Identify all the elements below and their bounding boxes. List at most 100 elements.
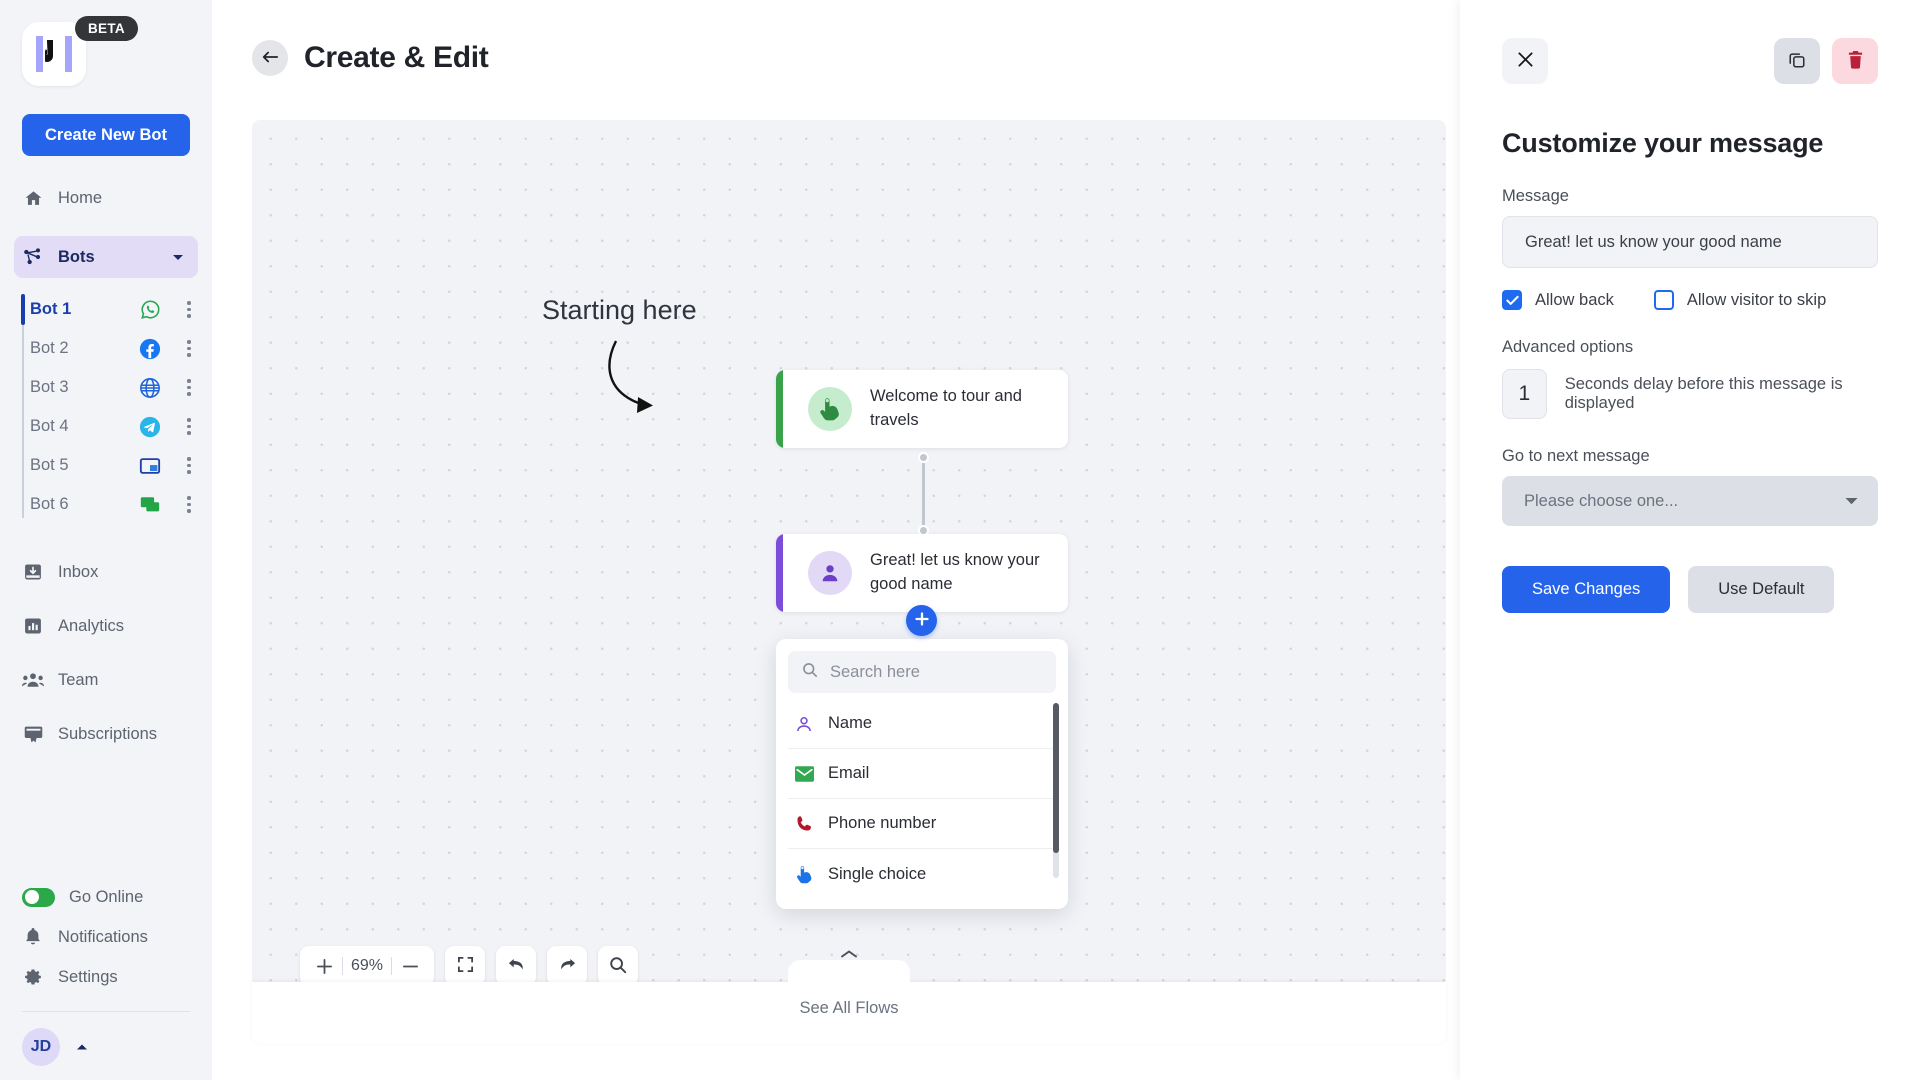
sidebar-item-subscriptions[interactable]: Subscriptions [14, 714, 198, 754]
panel-action-buttons [1774, 38, 1878, 84]
message-settings-panel: Customize your message Message Great! le… [1460, 0, 1920, 1080]
delay-row: 1 Seconds delay before this message is d… [1502, 369, 1878, 419]
bot-options-menu[interactable] [180, 496, 198, 513]
inbox-icon [22, 561, 44, 583]
close-panel-button[interactable] [1502, 38, 1548, 84]
dropdown-item-label: Email [828, 764, 870, 782]
see-all-flows-label[interactable]: See All Flows [799, 999, 898, 1018]
dropdown-item-name[interactable]: Name [788, 699, 1056, 749]
bot-list-item[interactable]: Bot 6 [0, 485, 212, 524]
bot-list-item[interactable]: Bot 1 [0, 290, 212, 329]
bot-name: Bot 3 [30, 378, 69, 396]
next-message-value: Please choose one... [1524, 491, 1679, 510]
sidebar: BETA Create New Bot Home Bots Bot 1 Bot … [0, 0, 212, 1080]
bot-name: Bot 6 [30, 495, 69, 513]
redo-button[interactable] [547, 946, 588, 986]
bot-options-menu[interactable] [180, 379, 198, 396]
main-area: Create & Edit Starting here Welcome to t… [212, 0, 1460, 1080]
app-logo[interactable]: BETA [22, 16, 138, 92]
single-choice-tap-icon [808, 387, 852, 431]
flow-node-welcome[interactable]: Welcome to tour and travels [776, 370, 1068, 448]
go-online-label: Go Online [69, 887, 144, 906]
beta-badge: BETA [75, 16, 138, 41]
allow-back-checkbox[interactable]: Allow back [1502, 290, 1614, 310]
chevron-up-icon[interactable] [840, 946, 858, 964]
page-header: Create & Edit [212, 0, 1460, 76]
save-changes-button[interactable]: Save Changes [1502, 566, 1671, 613]
toggle-switch[interactable] [22, 887, 55, 907]
starting-here-label: Starting here [542, 295, 697, 325]
checkbox-unchecked-icon [1653, 290, 1674, 310]
sidebar-item-notifications[interactable]: Notifications [14, 917, 198, 957]
bots-network-icon [22, 246, 44, 268]
tap-hand-icon [794, 864, 814, 884]
chevron-down-icon[interactable] [172, 248, 184, 267]
search-input[interactable] [830, 662, 1050, 682]
user-menu[interactable]: JD [0, 1012, 212, 1066]
delay-description: Seconds delay before this message is dis… [1564, 375, 1843, 412]
add-message-button[interactable] [906, 605, 937, 636]
dropdown-item-email[interactable]: Email [788, 749, 1056, 799]
use-default-button[interactable]: Use Default [1688, 566, 1835, 613]
flow-node-name[interactable]: Great! let us know your good name [776, 534, 1068, 612]
sidebar-item-inbox[interactable]: Inbox [14, 552, 198, 592]
back-button[interactable] [252, 40, 288, 76]
sidebar-item-home[interactable]: Home [14, 178, 198, 218]
zoom-in-button[interactable] [306, 947, 342, 985]
checkbox-checked-icon [1502, 290, 1522, 310]
dropdown-item-single-choice[interactable]: Single choice [788, 849, 1056, 899]
message-input[interactable]: Great! let us know your good name [1502, 216, 1878, 268]
phone-icon [794, 814, 814, 834]
allow-skip-checkbox[interactable]: Allow visitor to skip [1653, 290, 1826, 310]
team-icon [22, 669, 44, 691]
logo-hook-icon [45, 40, 53, 62]
undo-button[interactable] [496, 946, 537, 986]
allow-back-label: Allow back [1535, 290, 1614, 309]
duplicate-button[interactable] [1774, 38, 1820, 84]
bot-options-menu[interactable] [180, 418, 198, 435]
sidebar-item-label-team: Team [58, 670, 99, 689]
bot-list-item[interactable]: Bot 5 [0, 446, 212, 485]
dropdown-item-phone[interactable]: Phone number [788, 799, 1056, 849]
sidebar-item-bots[interactable]: Bots [14, 236, 198, 278]
webpage-widget-icon [138, 454, 162, 478]
bot-list-item[interactable]: Bot 3 [0, 368, 212, 407]
message-type-dropdown[interactable]: Name Email Phone number [776, 639, 1068, 909]
sidebar-item-team[interactable]: Team [14, 660, 198, 700]
bot-options-menu[interactable] [180, 340, 198, 357]
dropdown-search[interactable] [788, 651, 1056, 693]
delay-seconds-input[interactable]: 1 [1502, 369, 1547, 419]
website-globe-icon [138, 376, 162, 400]
sidebar-item-analytics[interactable]: Analytics [14, 606, 198, 646]
see-all-flows-bar[interactable]: See All Flows [252, 950, 1446, 1044]
bot-options-menu[interactable] [180, 457, 198, 474]
message-field-label: Message [1502, 187, 1569, 205]
bot-name: Bot 5 [30, 456, 69, 474]
gear-icon [22, 966, 44, 988]
create-new-bot-button[interactable]: Create New Bot [22, 114, 190, 156]
trash-icon [1847, 50, 1864, 72]
undo-icon [507, 956, 526, 976]
go-online-toggle[interactable]: Go Online [14, 877, 198, 917]
home-icon [22, 187, 44, 209]
node-text: Welcome to tour and travels [870, 387, 1022, 429]
canvas-search-button[interactable] [598, 946, 639, 986]
start-arrow-icon [608, 340, 653, 413]
dropdown-scrollbar-thumb[interactable] [1053, 703, 1059, 853]
sidebar-item-label-analytics: Analytics [58, 616, 125, 635]
zoom-out-button[interactable] [392, 947, 428, 985]
bot-list-item[interactable]: Bot 2 [0, 329, 212, 368]
flow-canvas[interactable]: Starting here Welcome to tour and travel… [252, 120, 1446, 1044]
sms-chat-icon [138, 493, 162, 517]
delete-button[interactable] [1832, 38, 1878, 84]
sidebar-item-settings[interactable]: Settings [14, 957, 198, 997]
sidebar-item-label-settings: Settings [58, 967, 118, 986]
next-message-select[interactable]: Please choose one... [1502, 476, 1878, 526]
avatar: JD [22, 1028, 60, 1066]
chevron-up-icon[interactable] [76, 1038, 88, 1056]
subscriptions-icon [22, 723, 44, 745]
panel-toolbar [1502, 38, 1878, 84]
fit-screen-button[interactable] [445, 946, 486, 986]
bot-list-item[interactable]: Bot 4 [0, 407, 212, 446]
bot-options-menu[interactable] [180, 301, 198, 318]
